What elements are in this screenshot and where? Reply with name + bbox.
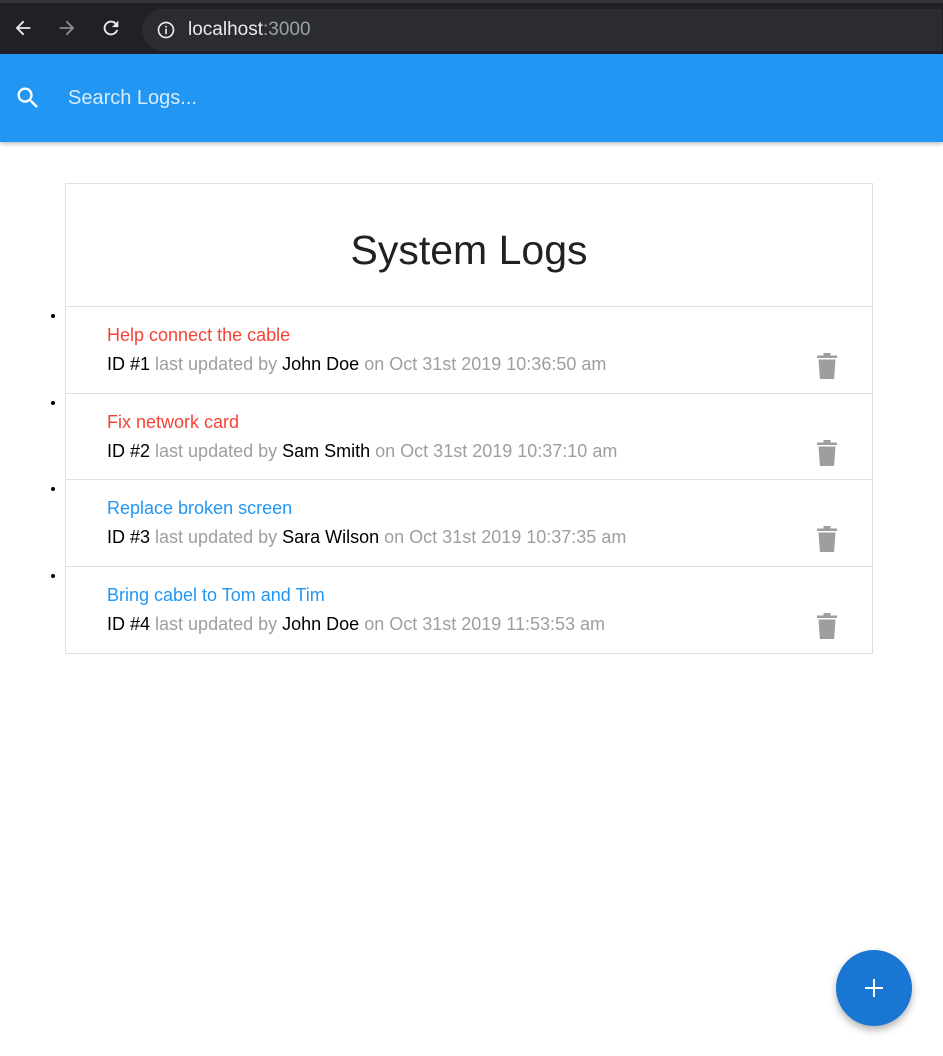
log-updated-label: last updated by: [150, 440, 283, 461]
search-icon: [17, 87, 38, 108]
log-tech: John Doe: [282, 354, 360, 374]
log-message-link[interactable]: Fix network card: [107, 412, 239, 433]
logs-list: System Logs Help connect the cable ID #1 …: [65, 183, 873, 654]
log-meta: ID #4 last updated by John Doe on Oct 31…: [107, 614, 605, 635]
logs-header: System Logs: [66, 184, 872, 307]
url-host: localhost: [188, 19, 263, 40]
reload-icon: [103, 20, 119, 36]
trash-icon[interactable]: [817, 526, 837, 552]
log-meta: ID #3 last updated by Sara Wilson on Oct…: [107, 527, 626, 548]
search-input[interactable]: [68, 78, 908, 118]
list-item: Bring cabel to Tom and Tim ID #4 last upd…: [66, 567, 872, 654]
url-text: localhost:3000: [188, 19, 311, 41]
log-date: on Oct 31st 2019 10:37:10 am: [370, 440, 618, 461]
trash-icon[interactable]: [817, 353, 837, 379]
log-id: ID #2: [107, 440, 151, 461]
list-item: Replace broken screen ID #3 last updated …: [66, 480, 872, 567]
reload-button[interactable]: [98, 15, 124, 41]
log-updated-label: last updated by: [150, 527, 283, 547]
list-item: Help connect the cable ID #1 last updated…: [66, 307, 872, 394]
log-message-link[interactable]: Bring cabel to Tom and Tim: [107, 585, 325, 606]
browser-toolbar: localhost:3000: [0, 0, 943, 54]
trash-icon[interactable]: [817, 439, 837, 466]
log-id: ID #4: [107, 613, 151, 634]
log-tech: Sam Smith: [282, 440, 371, 461]
arrow-back-icon: [15, 20, 31, 36]
back-button[interactable]: [10, 15, 36, 41]
address-bar[interactable]: localhost:3000: [142, 9, 942, 51]
log-tech: John Doe: [282, 613, 360, 634]
log-date: on Oct 31st 2019 10:36:50 am: [359, 354, 607, 374]
log-message-link[interactable]: Replace broken screen: [107, 498, 292, 519]
arrow-forward-icon: [59, 20, 75, 36]
log-id: ID #3: [107, 527, 151, 547]
trash-icon[interactable]: [817, 612, 837, 639]
log-message-link[interactable]: Help connect the cable: [107, 325, 290, 346]
info-icon[interactable]: [156, 20, 176, 40]
add-log-button[interactable]: [836, 950, 912, 1026]
url-port: :3000: [263, 19, 311, 40]
plus-icon: [865, 979, 883, 997]
log-tech: Sara Wilson: [282, 527, 380, 547]
log-updated-label: last updated by: [150, 354, 283, 374]
log-id: ID #1: [107, 354, 151, 374]
log-meta: ID #1 last updated by John Doe on Oct 31…: [107, 354, 606, 375]
search-navbar: [0, 54, 943, 142]
log-meta: ID #2 last updated by Sam Smith on Oct 3…: [107, 441, 617, 462]
log-date: on Oct 31st 2019 11:53:53 am: [359, 613, 606, 634]
page-title: System Logs: [350, 227, 588, 273]
forward-button[interactable]: [54, 15, 80, 41]
log-date: on Oct 31st 2019 10:37:35 am: [379, 527, 627, 547]
log-updated-label: last updated by: [150, 613, 283, 634]
list-item: Fix network card ID #2 last updated by Sa…: [66, 394, 872, 480]
